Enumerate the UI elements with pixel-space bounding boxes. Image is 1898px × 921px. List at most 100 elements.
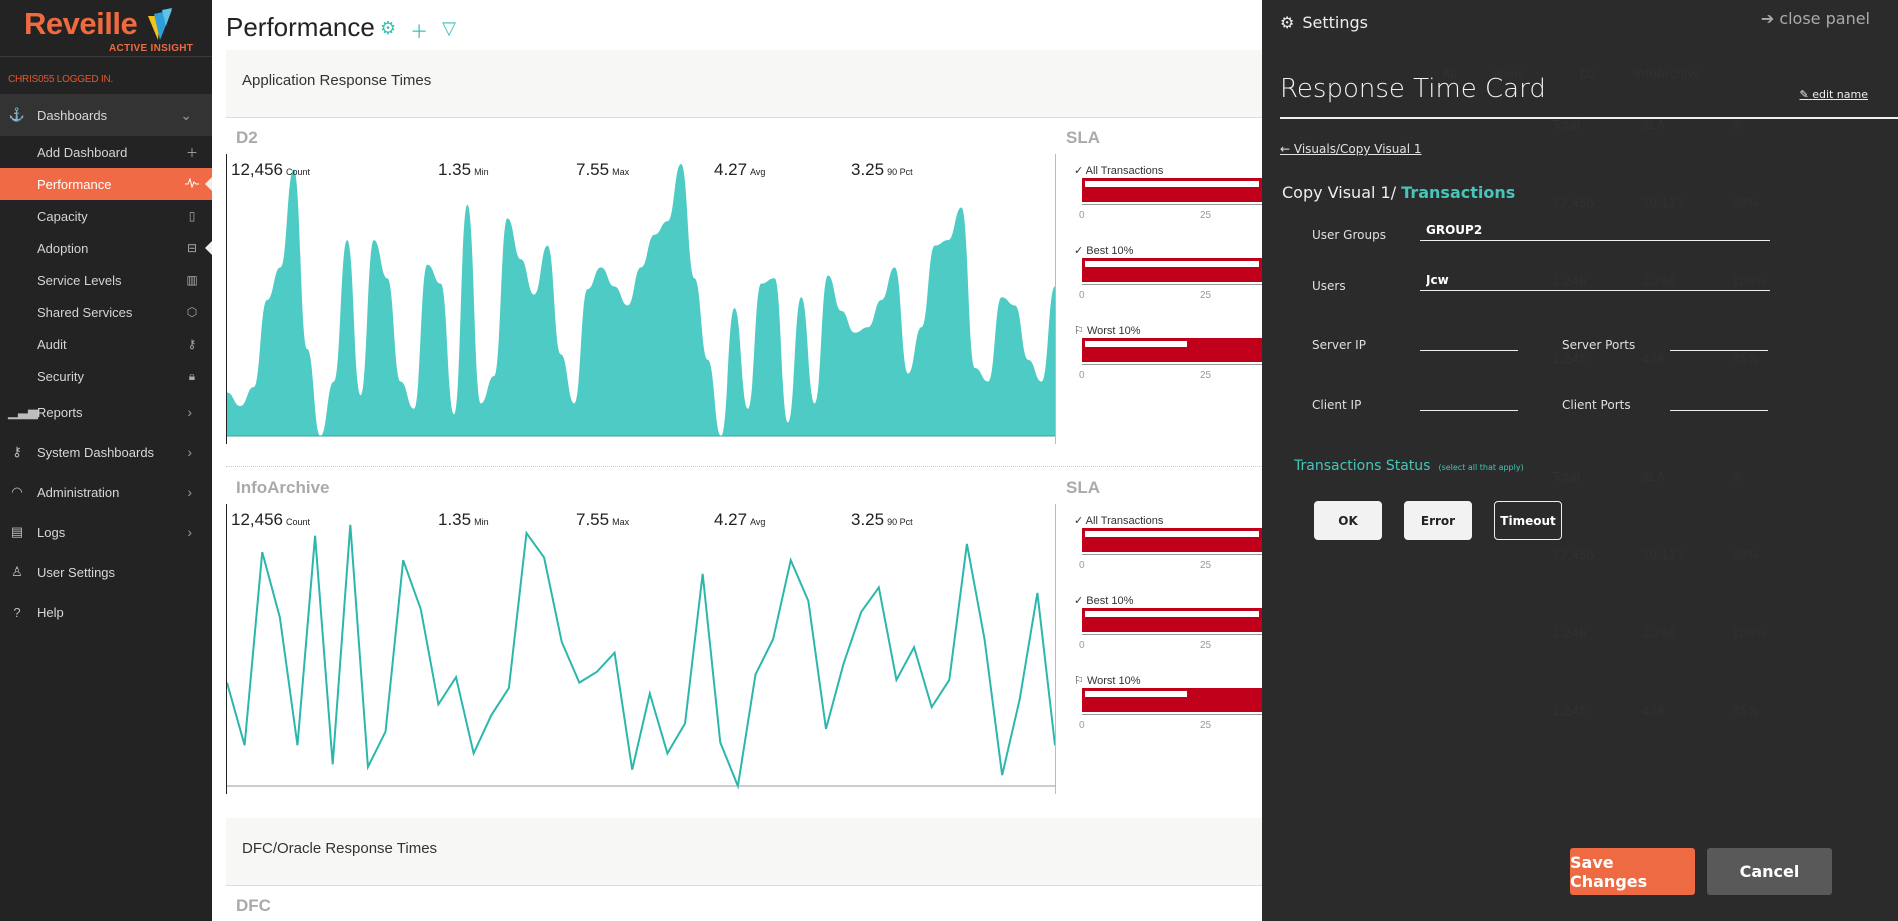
sidebar-item-logs[interactable]: ▤ Logs › bbox=[0, 512, 212, 552]
bar-chart-icon: ▁▃▅ bbox=[8, 404, 38, 419]
sidebar-item-label: Audit bbox=[37, 336, 67, 352]
key-icon: ⚷ bbox=[12, 444, 22, 459]
user-groups-input[interactable] bbox=[1420, 219, 1770, 241]
status-error-button[interactable]: Error bbox=[1404, 501, 1472, 540]
sla-group: ⚐ Worst 10% 0 25 bbox=[1074, 674, 1274, 754]
ghost-cell: 1,245 bbox=[1552, 352, 1587, 366]
stat-min: 1.35 Min bbox=[438, 510, 489, 529]
back-link[interactable]: ← Visuals/Copy Visual 1 bbox=[1280, 142, 1422, 156]
sidebar-item-adoption[interactable]: Adoption ⊟ bbox=[0, 232, 212, 264]
cancel-button[interactable]: Cancel bbox=[1707, 848, 1832, 895]
sidebar-item-add-dashboard[interactable]: Add Dashboard ＋ bbox=[0, 136, 212, 168]
sla-axis bbox=[1082, 364, 1262, 368]
brand-name: Reveille bbox=[24, 6, 138, 41]
sidebar-item-label: Reports bbox=[37, 404, 83, 420]
sidebar-item-dashboards[interactable]: ⚓ Dashboards ⌄ bbox=[0, 94, 212, 136]
flag-icon: ⚐ bbox=[1074, 325, 1084, 337]
infoarchive-chart-box: 12,456 Count 1.35 Min 7.55 Max 4.27 Avg 3.25… bbox=[226, 504, 1056, 794]
response-card-dfc: DFC bbox=[226, 888, 1262, 921]
sla-tick: 0 bbox=[1079, 720, 1085, 731]
client-ip-input[interactable] bbox=[1420, 389, 1518, 411]
sidebar-item-user-settings[interactable]: ♙ User Settings bbox=[0, 552, 212, 592]
lock-icon: 🔒︎ bbox=[188, 368, 196, 383]
plus-icon[interactable]: ＋ bbox=[410, 18, 428, 44]
collapse-handle[interactable] bbox=[205, 241, 212, 255]
section-title: DFC/Oracle Response Times bbox=[242, 840, 438, 857]
ghost-cell: Total bbox=[1552, 470, 1581, 484]
ghost-cell: % bbox=[1732, 470, 1744, 484]
chevron-right-icon: › bbox=[187, 524, 192, 540]
ghost-cell: 12,456 bbox=[1552, 196, 1594, 210]
edit-name-link[interactable]: ✎ edit name bbox=[1799, 88, 1868, 101]
sidebar-item-capacity[interactable]: Capacity ▯ bbox=[0, 200, 212, 232]
server-ip-input[interactable] bbox=[1420, 329, 1518, 351]
stat-min: 1.35 Min bbox=[438, 160, 489, 179]
arrow-right-icon: ➔ bbox=[1760, 9, 1775, 28]
sidebar-item-audit[interactable]: Audit ⚷ bbox=[0, 328, 212, 360]
sidebar-item-system-dashboards[interactable]: ⚷ System Dashboards › bbox=[0, 432, 212, 472]
gear-icon[interactable]: ⚙ bbox=[380, 18, 396, 44]
d2-area-chart bbox=[227, 164, 1055, 437]
client-ports-input[interactable] bbox=[1670, 389, 1768, 411]
response-card-d2: D2 12,456 Count 1.35 Min 7.55 Max 4.27 Avg 3… bbox=[226, 118, 1262, 448]
breadcrumb: Copy Visual 1/ Transactions bbox=[1282, 183, 1515, 202]
ghost-cell: 35% bbox=[1732, 704, 1759, 718]
sla-bar-inner bbox=[1085, 531, 1259, 537]
sla-label: ✓ Best 10% bbox=[1074, 245, 1134, 257]
chevron-right-icon: › bbox=[187, 484, 192, 500]
sidebar-item-administration[interactable]: ◠ Administration › bbox=[0, 472, 212, 512]
sla-axis bbox=[1082, 714, 1262, 718]
sidebar-item-help[interactable]: ? Help bbox=[0, 592, 212, 632]
check-icon: ✓ bbox=[1074, 595, 1084, 607]
chevron-right-icon: › bbox=[187, 444, 192, 460]
chevron-right-icon: › bbox=[187, 404, 192, 420]
sidebar-item-label: Dashboards bbox=[37, 107, 108, 123]
user-icon: ♙ bbox=[11, 564, 23, 579]
logged-in-status: CHRIS055 LOGGED IN. bbox=[8, 74, 114, 85]
panel-header: ⚙ Settings bbox=[1280, 13, 1368, 32]
sla-tick: 25 bbox=[1200, 720, 1212, 731]
card-divider bbox=[226, 466, 1262, 467]
sla-axis bbox=[1082, 284, 1262, 288]
infoarchive-line-chart bbox=[227, 524, 1055, 790]
sidebar-item-performance[interactable]: Performance bbox=[0, 168, 212, 200]
brand-logo[interactable]: Reveille ACTIVE INSIGHT bbox=[24, 6, 193, 54]
stat-max: 7.55 Max bbox=[576, 510, 630, 529]
response-card-infoarchive: InfoArchive 12,456 Count 1.35 Min 7.55 Max … bbox=[226, 468, 1262, 798]
section-header: Application Response Times bbox=[226, 50, 1262, 118]
ghost-cell: 436 bbox=[1642, 704, 1665, 718]
client-ip-label: Client IP bbox=[1312, 398, 1362, 412]
status-ok-button[interactable]: OK bbox=[1314, 501, 1382, 540]
server-ports-label: Server Ports bbox=[1562, 338, 1636, 352]
sidebar-divider bbox=[0, 56, 212, 57]
sla-bar-target bbox=[1082, 270, 1262, 282]
sidebar-item-security[interactable]: Security 🔒︎ bbox=[0, 360, 212, 392]
sidebar-item-shared-services[interactable]: Shared Services ⬡ bbox=[0, 296, 212, 328]
ghost-cell: 1,246 bbox=[1552, 626, 1587, 640]
ghost-filter-d2: D2 bbox=[1580, 67, 1597, 81]
status-timeout-button[interactable]: Timeout bbox=[1494, 501, 1562, 540]
sla-bar-inner bbox=[1085, 181, 1259, 187]
ghost-cell: 10,123 bbox=[1642, 196, 1684, 210]
sla-tick: 0 bbox=[1079, 560, 1085, 571]
check-icon: ✓ bbox=[1074, 515, 1084, 527]
sla-bar-inner bbox=[1085, 611, 1259, 617]
sla-bar-inner bbox=[1085, 691, 1187, 697]
back-link-label: Visuals/Copy Visual 1 bbox=[1293, 142, 1422, 156]
sla-panel: SLA ✓ All Transactions 0 25 ✓ Best 10% 0 25 ⚐ … bbox=[1066, 468, 1266, 798]
server-ports-input[interactable] bbox=[1670, 329, 1768, 351]
sidebar: Reveille ACTIVE INSIGHT CHRIS055 LOGGED … bbox=[0, 0, 212, 921]
ghost-cell: 100% bbox=[1732, 626, 1767, 640]
sidebar-item-service-levels[interactable]: Service Levels ▥ bbox=[0, 264, 212, 296]
sidebar-item-reports[interactable]: ▁▃▅ Reports › bbox=[0, 392, 212, 432]
save-changes-button[interactable]: Save Changes bbox=[1570, 848, 1695, 895]
close-panel-button[interactable]: ➔ close panel bbox=[1761, 9, 1870, 28]
users-input[interactable] bbox=[1420, 269, 1770, 291]
stat-count: 12,456 Count bbox=[231, 160, 311, 179]
check-icon: ✓ bbox=[1074, 245, 1084, 257]
key-icon: ⚷ bbox=[187, 337, 197, 351]
card-name: DFC bbox=[236, 896, 271, 915]
filter-icon[interactable]: ▽ bbox=[442, 18, 456, 44]
stat-avg: 4.27 Avg bbox=[714, 510, 766, 529]
stat-90pct: 3.25 90 Pct bbox=[851, 510, 913, 529]
